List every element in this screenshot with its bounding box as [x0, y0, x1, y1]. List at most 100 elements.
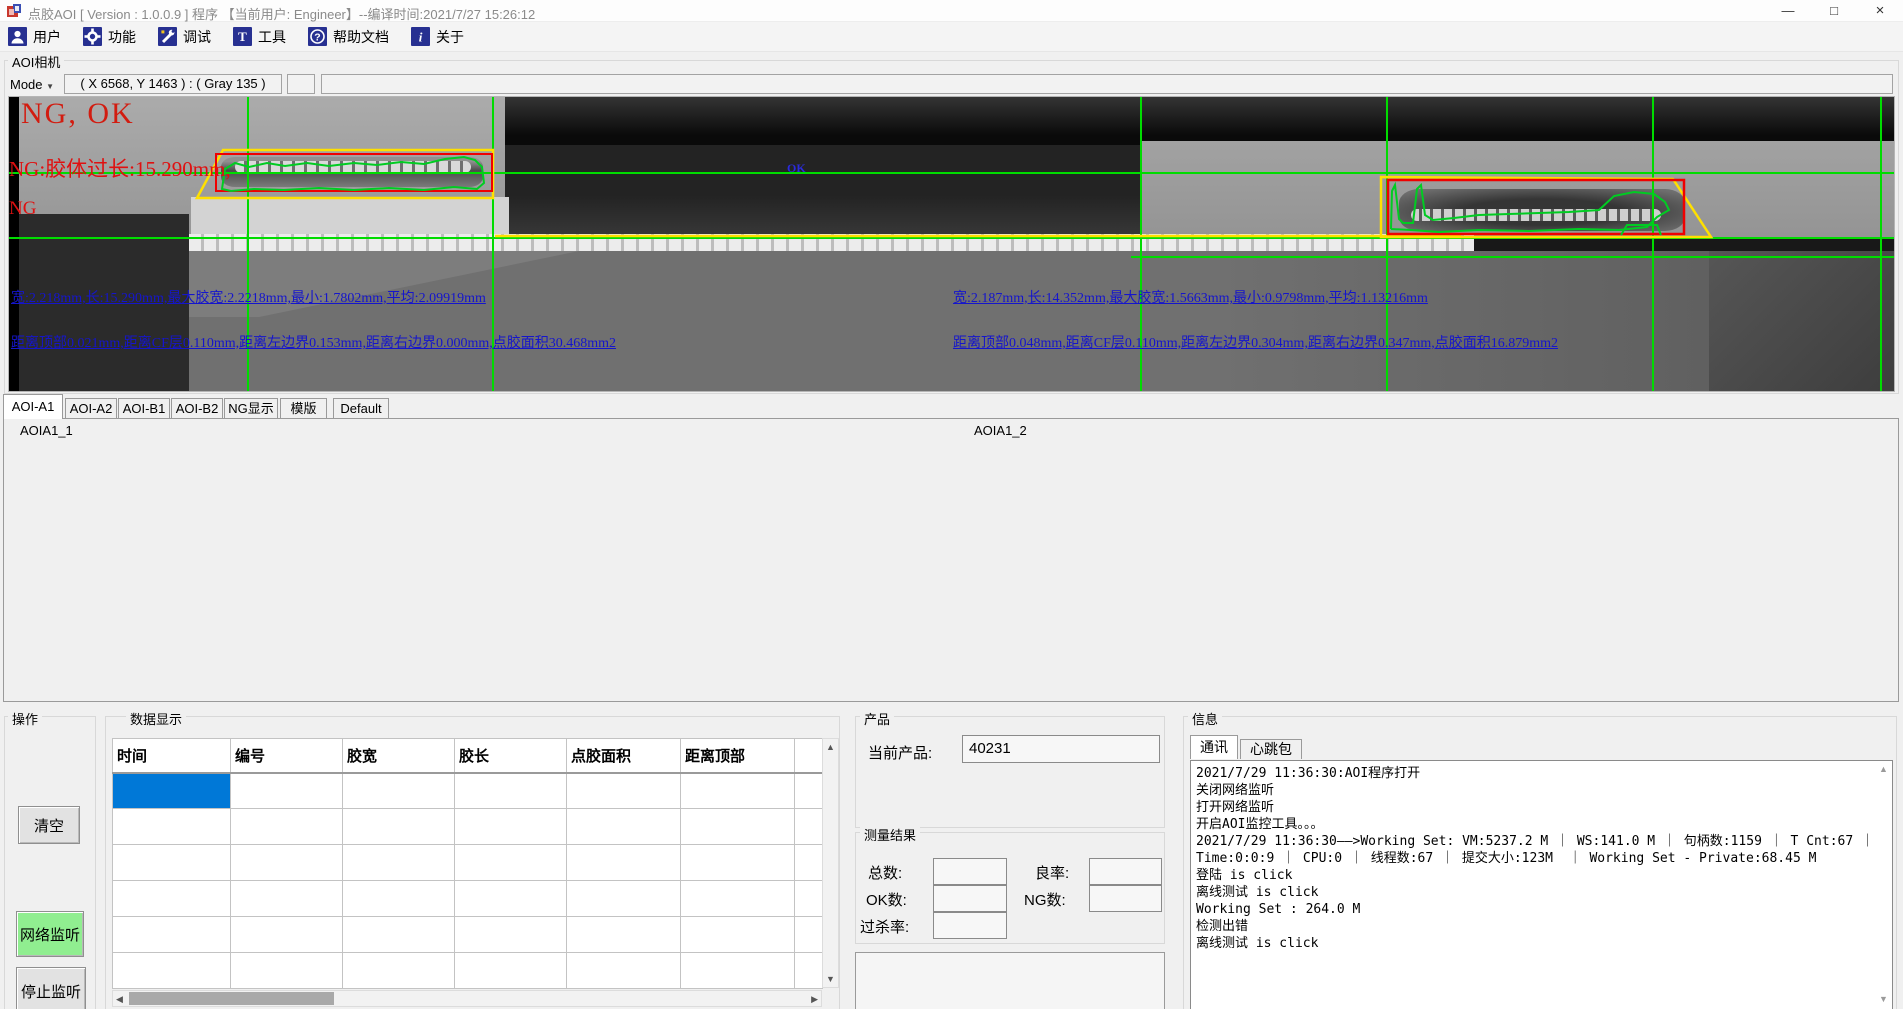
- total-field[interactable]: [933, 858, 1007, 885]
- minimize-button[interactable]: —: [1765, 0, 1811, 22]
- tab-aoi-a2[interactable]: AOI-A2: [65, 398, 117, 419]
- user-icon: [8, 27, 27, 46]
- scroll-right-icon[interactable]: ▶: [811, 994, 818, 1005]
- menu-user[interactable]: 用户: [8, 27, 61, 47]
- scrollbar-thumb[interactable]: [129, 992, 334, 1005]
- ng-count-field[interactable]: [1089, 885, 1162, 912]
- chevron-down-icon: ▼: [46, 82, 54, 91]
- svg-text:T: T: [238, 29, 247, 44]
- log-scrollbar[interactable]: ▲ ▼: [1877, 762, 1892, 1009]
- tab-aoi-a1[interactable]: AOI-A1: [3, 394, 63, 419]
- table-horizontal-scrollbar[interactable]: ◀ ▶: [112, 990, 822, 1007]
- overlay-right-measure-1: 宽:2.187mm,长:14.352mm,最大胶宽:1.5663mm,最小:0.…: [953, 287, 1428, 307]
- table-row[interactable]: [113, 917, 823, 953]
- tab-aoi-b1[interactable]: AOI-B1: [118, 398, 170, 419]
- tab-content-panel: [3, 418, 1899, 702]
- camera-mode-dropdown[interactable]: Mode ▼: [10, 77, 54, 92]
- col-filler: [795, 739, 823, 773]
- table-row[interactable]: [113, 773, 823, 809]
- pixel-readout-box: ( X 6568, Y 1463 ) : ( Gray 135 ): [64, 74, 282, 94]
- tab-comm[interactable]: 通讯: [1190, 735, 1238, 759]
- table-row[interactable]: [113, 845, 823, 881]
- window-title: 点胶AOI [ Version : 1.0.0.9 ] 程序 【当前用户: En…: [28, 4, 535, 23]
- tab-aoi-b2[interactable]: AOI-B2: [171, 398, 223, 419]
- scroll-up-icon[interactable]: ▲: [1879, 764, 1888, 774]
- menu-debug-label: 调试: [183, 27, 211, 47]
- yield-label: 良率:: [1035, 862, 1069, 883]
- about-icon: i: [411, 27, 430, 46]
- menu-about-label: 关于: [436, 27, 464, 47]
- overlay-ng-reason: NG:胶体过长:15.290mm,: [9, 153, 231, 183]
- scroll-down-icon[interactable]: ▼: [823, 974, 838, 984]
- stop-listen-button[interactable]: 停止监听: [16, 967, 86, 1009]
- network-listen-button[interactable]: 网络监听: [16, 911, 84, 957]
- log-line: 离线测试 is click: [1196, 935, 1874, 952]
- camera-toolbar-box-small: [287, 74, 315, 94]
- maximize-button[interactable]: □: [1811, 0, 1857, 22]
- tab-template[interactable]: 模版: [280, 398, 327, 419]
- total-label: 总数:: [868, 862, 902, 883]
- product-group-box: [855, 716, 1165, 828]
- log-line: 检测出错: [1196, 918, 1874, 935]
- current-product-field[interactable]: 40231: [962, 735, 1160, 763]
- overlay-ok-label: OK: [787, 161, 806, 176]
- menu-help[interactable]: ? 帮助文档: [308, 27, 389, 47]
- col-time[interactable]: 时间: [113, 739, 231, 773]
- gear-icon: [83, 27, 102, 46]
- scroll-left-icon[interactable]: ◀: [116, 994, 123, 1005]
- table-row[interactable]: [113, 881, 823, 917]
- tools-icon: T: [233, 27, 252, 46]
- svg-text:?: ?: [314, 32, 320, 44]
- overkill-label: 过杀率:: [860, 916, 909, 937]
- measurement-table[interactable]: 时间 编号 胶宽 胶长 点胶面积 距离顶部: [112, 738, 823, 989]
- menu-function[interactable]: 功能: [83, 27, 136, 47]
- col-glue-width[interactable]: 胶宽: [343, 739, 455, 773]
- svg-text:i: i: [419, 30, 423, 45]
- menu-help-label: 帮助文档: [333, 27, 389, 47]
- tab-default[interactable]: Default: [333, 398, 389, 419]
- table-vertical-scrollbar[interactable]: ▲ ▼: [822, 738, 839, 988]
- current-product-label: 当前产品:: [868, 742, 932, 763]
- log-line: Working Set : 264.0 M: [1196, 901, 1874, 918]
- table-row[interactable]: [113, 809, 823, 845]
- product-group-label: 产品: [860, 709, 894, 728]
- operation-group-box: [4, 716, 96, 1009]
- tab-ng-display[interactable]: NG显示: [224, 398, 278, 419]
- tab-heartbeat[interactable]: 心跳包: [1240, 739, 1302, 759]
- menu-tools-label: 工具: [258, 27, 286, 47]
- camera-image-view[interactable]: NG, OK NG:胶体过长:15.290mm, NG OK 宽:2.218mm…: [8, 96, 1895, 392]
- overlay-left-measure-1: 宽:2.218mm,长:15.290mm,最大胶宽:2.2218mm,最小:1.…: [11, 287, 486, 307]
- overlay-result-text: NG, OK: [21, 97, 135, 131]
- col-glue-area[interactable]: 点胶面积: [567, 739, 681, 773]
- camera-toolbar-box-wide: [321, 74, 1893, 94]
- selected-cell[interactable]: [113, 773, 231, 809]
- close-button[interactable]: ×: [1857, 0, 1903, 22]
- menu-tools[interactable]: T 工具: [233, 27, 286, 47]
- data-display-group-label: 数据显示: [126, 709, 186, 728]
- overkill-field[interactable]: [933, 912, 1007, 939]
- log-line: 关闭网络监听: [1196, 782, 1874, 799]
- log-line: Time:0:0:9 ｜ CPU:0 ｜ 线程数:67 ｜ 提交大小:123M …: [1196, 850, 1874, 867]
- main-toolbar: 用户 功能 调试: [0, 22, 1903, 52]
- col-distance-top[interactable]: 距离顶部: [681, 739, 795, 773]
- col-glue-length[interactable]: 胶长: [455, 739, 567, 773]
- results-group-label: 测量结果: [860, 825, 920, 844]
- panel-right-label: AOIA1_2: [970, 423, 1031, 438]
- comm-log[interactable]: 2021/7/29 11:36:30:AOI程序打开 关闭网络监听 打开网络监听…: [1190, 760, 1893, 1009]
- menu-debug[interactable]: 调试: [158, 27, 211, 47]
- overlay-left-measure-2: 距离顶部0.021mm,距离CF层0.110mm,距离左边界0.153mm,距离…: [11, 332, 616, 352]
- scroll-down-icon[interactable]: ▼: [1879, 994, 1888, 1004]
- overlay-ng-label: NG: [9, 198, 36, 220]
- clear-button[interactable]: 清空: [18, 806, 80, 844]
- ng-count-label: NG数:: [1024, 889, 1066, 910]
- menu-about[interactable]: i 关于: [411, 27, 464, 47]
- scroll-up-icon[interactable]: ▲: [823, 742, 838, 752]
- ok-count-field[interactable]: [933, 885, 1007, 912]
- operation-group-label: 操作: [8, 709, 42, 728]
- table-header-row: 时间 编号 胶宽 胶长 点胶面积 距离顶部: [113, 739, 823, 773]
- panel-left-label: AOIA1_1: [16, 423, 77, 438]
- col-number[interactable]: 编号: [231, 739, 343, 773]
- yield-field[interactable]: [1089, 858, 1162, 885]
- ok-count-label: OK数:: [866, 889, 907, 910]
- table-row[interactable]: [113, 953, 823, 989]
